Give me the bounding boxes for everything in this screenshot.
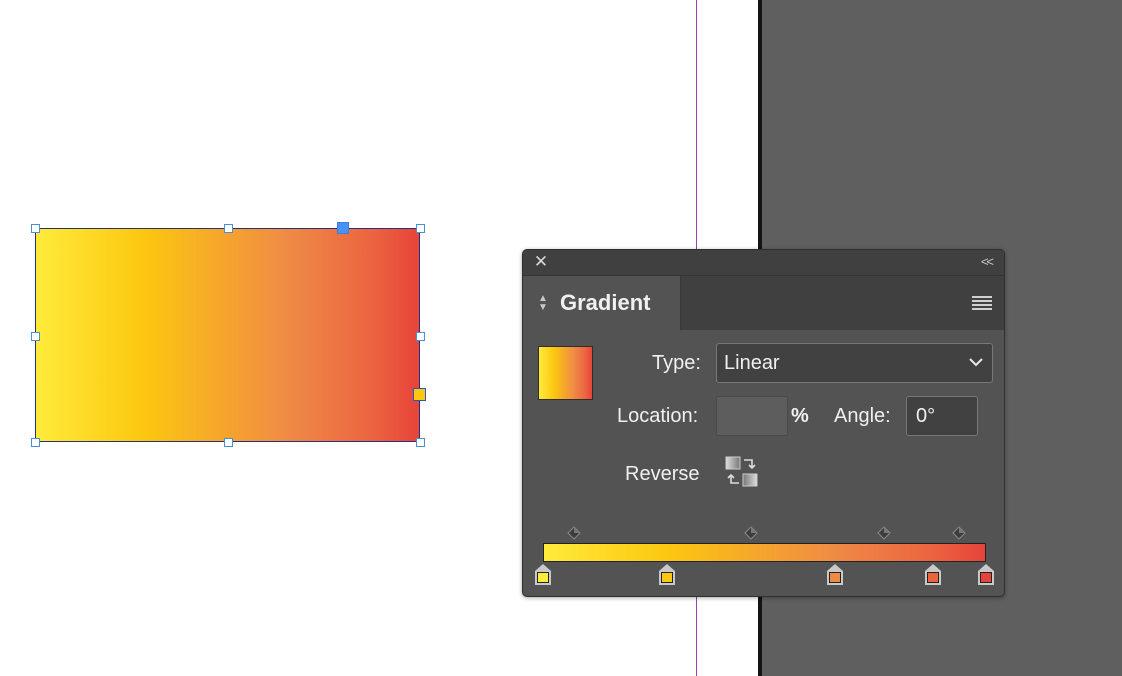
gradient-ramp[interactable] — [543, 543, 986, 562]
selection-handle-middle-left[interactable] — [31, 332, 40, 341]
selection-handle-middle-right[interactable] — [416, 332, 425, 341]
gradient-preview-swatch[interactable] — [538, 346, 593, 400]
percent-label: % — [791, 405, 809, 427]
selection-handle-bottom-center[interactable] — [224, 438, 233, 447]
reverse-label: Reverse — [625, 463, 700, 485]
selection-handle-bottom-left[interactable] — [31, 438, 40, 447]
content-grabber-handle[interactable] — [413, 388, 426, 401]
reference-point-handle[interactable] — [337, 222, 349, 234]
gradient-panel: ✕ << ▲ ▼ Gradient Type: Linear Location: … — [522, 249, 1005, 597]
selection-handle-top-right[interactable] — [416, 224, 425, 233]
type-label: Type: — [652, 352, 701, 374]
panel-title: Gradient — [560, 290, 651, 315]
type-dropdown[interactable]: Linear — [716, 343, 993, 383]
angle-input[interactable]: 0° — [906, 396, 978, 436]
gradient-midpoint-diamond[interactable] — [952, 526, 967, 540]
selection-handle-top-left[interactable] — [31, 224, 40, 233]
type-value: Linear — [724, 352, 780, 374]
selection-handle-top-center[interactable] — [224, 224, 233, 233]
gradient-stop[interactable] — [827, 564, 844, 586]
location-input[interactable] — [716, 396, 788, 436]
panel-titlebar[interactable]: ✕ << — [523, 250, 1004, 276]
collapse-panel-icon[interactable]: << — [981, 252, 994, 272]
gradient-stop[interactable] — [535, 564, 551, 586]
gradient-stop[interactable] — [924, 564, 941, 586]
angle-label: Angle: — [834, 405, 891, 427]
selection-handle-bottom-right[interactable] — [416, 438, 425, 447]
gradient-midpoint-diamond[interactable] — [567, 526, 581, 540]
gradient-stop[interactable] — [659, 564, 676, 586]
location-label: Location: — [617, 405, 699, 427]
gradient-stop[interactable] — [978, 564, 994, 586]
reverse-gradient-icon[interactable] — [725, 456, 759, 488]
panel-tab-row: ▲ ▼ Gradient — [523, 276, 1004, 330]
panel-menu-icon[interactable] — [972, 296, 992, 310]
tab-gradient[interactable]: ▲ ▼ Gradient — [523, 276, 681, 330]
close-icon[interactable]: ✕ — [533, 253, 549, 271]
gradient-rectangle[interactable] — [35, 228, 420, 442]
gradient-midpoint-diamond[interactable] — [744, 526, 758, 540]
chevron-down-icon — [969, 358, 983, 367]
tab-expand-arrows-icon[interactable]: ▲ ▼ — [538, 294, 548, 313]
gradient-midpoint-diamond[interactable] — [877, 526, 891, 540]
